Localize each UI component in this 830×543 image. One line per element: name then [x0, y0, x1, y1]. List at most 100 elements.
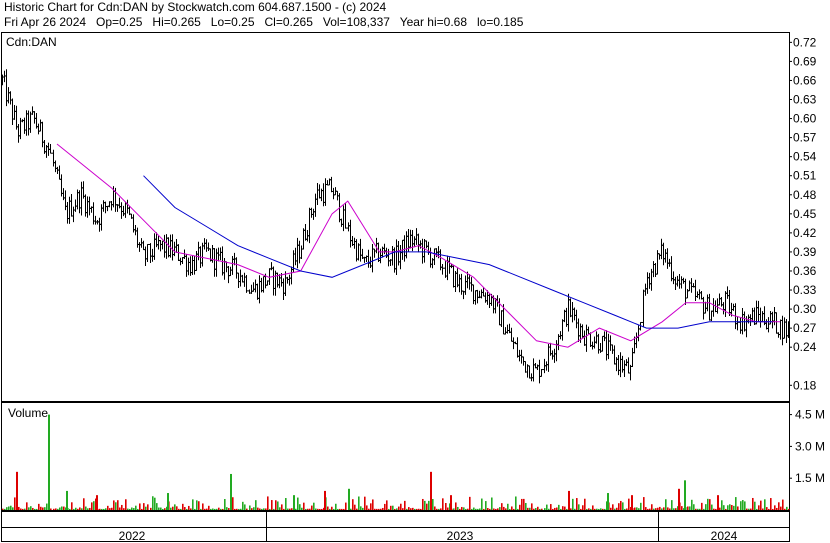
price-bar	[547, 343, 550, 372]
volume-bar	[147, 504, 149, 510]
price-bar	[666, 248, 669, 269]
volume-bar	[582, 505, 584, 510]
price-bar	[39, 119, 42, 132]
volume-bar	[380, 508, 382, 510]
volume-bar	[695, 508, 697, 510]
volume-bar	[541, 508, 543, 510]
price-bar	[528, 365, 531, 379]
volume-bar	[483, 508, 485, 510]
price-tick-label: 0.39	[793, 245, 817, 259]
volume-bar	[707, 498, 709, 510]
volume-bar	[362, 507, 364, 510]
price-bars	[1, 69, 790, 384]
volume-bar	[131, 507, 133, 510]
volume-bar	[277, 501, 279, 510]
price-bar	[342, 205, 345, 232]
volume-bar	[503, 506, 505, 510]
volume-bar	[354, 504, 356, 510]
volume-bar	[406, 508, 408, 510]
price-bar	[272, 266, 275, 296]
volume-bar	[73, 508, 75, 510]
price-bar	[690, 278, 693, 293]
volume-bar	[317, 508, 319, 510]
price-bar	[256, 283, 259, 300]
price-bar	[243, 272, 246, 287]
volume-bar	[770, 498, 772, 510]
volume-bar	[186, 508, 188, 510]
volume-spike-bar	[717, 495, 719, 510]
price-bar	[464, 275, 467, 295]
volume-bar	[788, 508, 790, 510]
price-tick-label: 0.69	[793, 54, 817, 68]
price-bar	[682, 277, 685, 284]
symbol-label: Cdn:DAN	[6, 35, 57, 49]
price-bar	[718, 293, 721, 306]
volume-bar	[626, 508, 628, 510]
volume-bar	[101, 508, 103, 510]
volume-bar	[113, 500, 115, 510]
price-bar	[296, 237, 299, 269]
price-bar	[373, 248, 376, 258]
volume-bar	[655, 508, 657, 510]
volume-bar	[150, 507, 152, 510]
price-bar	[29, 111, 32, 133]
price-bar	[642, 289, 645, 328]
price-bar	[421, 238, 424, 264]
price-bar	[157, 236, 160, 250]
price-bar	[187, 257, 190, 276]
price-bar	[254, 279, 257, 293]
price-bar	[274, 270, 277, 296]
volume-bar	[63, 506, 65, 510]
price-bar	[120, 202, 123, 219]
volume-bar	[6, 507, 8, 510]
price-bar	[585, 324, 588, 352]
volume-bar	[133, 508, 135, 510]
price-bar	[613, 345, 616, 365]
volume-spike-bar	[568, 490, 570, 510]
price-bar	[512, 337, 515, 350]
volume-bar	[259, 508, 261, 510]
volume-bar	[255, 500, 257, 510]
volume-bar	[143, 503, 145, 510]
volume-bar	[614, 508, 616, 510]
price-bar	[94, 215, 97, 225]
volume-bar	[10, 505, 12, 510]
volume-bar	[709, 499, 711, 510]
price-bar	[694, 279, 697, 301]
volume-spike-bar	[607, 493, 609, 510]
price-bar	[635, 332, 638, 349]
price-bar	[284, 271, 287, 297]
price-bar	[353, 237, 356, 249]
volume-bar	[586, 508, 588, 510]
price-bar	[409, 229, 412, 249]
volume-bar	[713, 508, 715, 510]
volume-bar	[190, 508, 192, 510]
volume-bar	[291, 508, 293, 510]
price-bar	[357, 243, 360, 261]
price-bar	[403, 235, 406, 262]
volume-bar	[616, 507, 618, 510]
price-bar	[371, 243, 374, 273]
volume-bar	[333, 508, 335, 510]
volume-bar	[434, 506, 436, 510]
price-bar	[561, 319, 564, 341]
price-tick-label: 0.42	[793, 226, 817, 240]
volume-bar	[257, 507, 259, 510]
price-bar	[300, 245, 303, 259]
volume-bar	[570, 508, 572, 510]
volume-bar	[89, 507, 91, 510]
volume-bar	[93, 501, 95, 510]
volume-bar	[18, 506, 20, 510]
volume-bar	[384, 503, 386, 510]
price-bar	[126, 199, 129, 214]
volume-bar	[750, 508, 752, 510]
volume-bar	[152, 496, 154, 510]
price-tick-label: 0.66	[793, 73, 817, 87]
price-bar	[773, 307, 776, 326]
volume-bar	[206, 508, 208, 510]
volume-bar	[400, 503, 402, 510]
volume-bar	[693, 504, 695, 510]
price-bar	[288, 274, 291, 286]
volume-spike-bar	[678, 488, 680, 510]
volume-bar	[24, 508, 26, 510]
